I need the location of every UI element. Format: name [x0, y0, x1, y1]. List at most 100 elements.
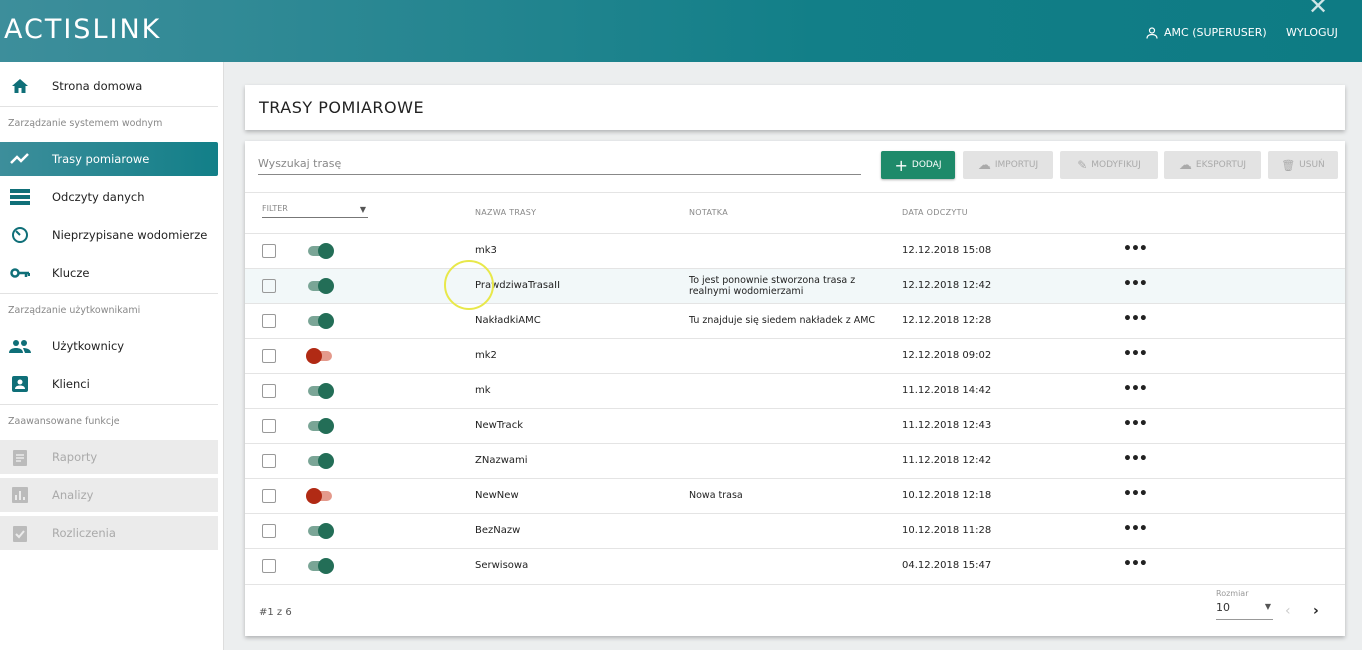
active-toggle[interactable] [308, 243, 334, 259]
logout-button[interactable]: WYLOGUJ [1286, 26, 1338, 39]
route-name: Serwisowa [475, 560, 529, 571]
row-checkbox[interactable] [262, 314, 276, 328]
plus-icon: + [894, 155, 908, 175]
row-checkbox[interactable] [262, 244, 276, 258]
table-row[interactable]: ZNazwami 11.12.2018 12:42 ••• [245, 443, 1345, 478]
pencil-icon: ✎ [1077, 158, 1088, 172]
table-row[interactable]: mk 11.12.2018 14:42 ••• [245, 373, 1345, 408]
active-toggle[interactable] [306, 348, 332, 364]
table-row[interactable]: NakładkiAMC Tu znajduje się siedem nakła… [245, 303, 1345, 338]
active-toggle[interactable] [308, 453, 334, 469]
sidebar-item-trasy[interactable]: Trasy pomiarowe [0, 142, 218, 176]
route-date: 12.12.2018 09:02 [902, 350, 992, 361]
sidebar-item-odczyty[interactable]: Odczyty danych [0, 180, 218, 214]
sidebar: Strona domowa Zarządzanie systemem wodny… [0, 62, 224, 650]
column-header-name[interactable]: NAZWA TRASY [475, 208, 536, 217]
toggle-knob [318, 453, 334, 469]
more-options-icon[interactable]: ••• [1123, 556, 1148, 572]
sidebar-item-raporty[interactable]: Raporty [0, 440, 218, 474]
timer-icon [0, 226, 52, 244]
table-row[interactable]: BezNazw 10.12.2018 11:28 ••• [245, 513, 1345, 548]
table-row[interactable]: mk3 12.12.2018 15:08 ••• [245, 233, 1345, 268]
table-row[interactable]: NewNew Nowa trasa 10.12.2018 12:18 ••• [245, 478, 1345, 513]
prev-page-button[interactable]: ‹ [1285, 603, 1291, 619]
sidebar-item-label: Rozliczenia [52, 526, 116, 540]
table-row[interactable]: Serwisowa 04.12.2018 15:47 ••• [245, 548, 1345, 583]
button-label: DODAJ [911, 160, 942, 170]
route-name: BezNazw [475, 525, 521, 536]
toggle-knob [318, 523, 334, 539]
route-name: PrawdziwaTrasaII [475, 280, 561, 291]
sidebar-item-label: Klucze [52, 266, 90, 280]
page-title: TRASY POMIAROWE [245, 85, 1345, 130]
more-options-icon[interactable]: ••• [1123, 241, 1148, 257]
sidebar-item-klucze[interactable]: Klucze [0, 256, 218, 290]
user-menu[interactable]: AMC (SUPERUSER) [1146, 26, 1267, 39]
more-options-icon[interactable]: ••• [1123, 521, 1148, 537]
route-date: 11.12.2018 14:42 [902, 385, 992, 396]
toggle-knob [318, 313, 334, 329]
column-header-date[interactable]: DATA ODCZYTU [902, 208, 968, 217]
filter-select[interactable]: FILTER ▼ [262, 204, 368, 218]
sidebar-item-home[interactable]: Strona domowa [0, 69, 218, 103]
sidebar-item-analizy[interactable]: Analizy [0, 478, 218, 512]
key-icon [0, 268, 52, 278]
table-row[interactable]: NewTrack 11.12.2018 12:43 ••• [245, 408, 1345, 443]
clipboard-icon [0, 448, 52, 466]
route-date: 11.12.2018 12:42 [902, 455, 992, 466]
row-checkbox[interactable] [262, 454, 276, 468]
export-button[interactable]: ☁ EKSPORTUJ [1164, 151, 1261, 179]
close-icon[interactable]: ✕ [1308, 0, 1328, 20]
divider [245, 584, 1345, 585]
contact-icon [0, 375, 52, 393]
route-date: 04.12.2018 15:47 [902, 560, 992, 571]
table-row[interactable]: PrawdziwaTrasaII To jest ponownie stworz… [245, 268, 1345, 303]
import-button[interactable]: ☁ IMPORTUJ [963, 151, 1053, 179]
active-toggle[interactable] [308, 313, 334, 329]
toggle-knob [306, 348, 322, 364]
search-input[interactable]: Wyszukaj trasę [258, 151, 861, 175]
row-checkbox[interactable] [262, 384, 276, 398]
route-note: Tu znajduje się siedem nakładek z AMC [689, 315, 876, 326]
active-toggle[interactable] [308, 278, 334, 294]
more-options-icon[interactable]: ••• [1123, 276, 1148, 292]
table-row[interactable]: mk2 12.12.2018 09:02 ••• [245, 338, 1345, 373]
delete-button[interactable]: 🗑 USUŃ [1268, 151, 1338, 179]
add-button[interactable]: + DODAJ [881, 151, 955, 179]
column-header-note[interactable]: NOTATKA [689, 208, 728, 217]
row-checkbox[interactable] [262, 279, 276, 293]
more-options-icon[interactable]: ••• [1123, 346, 1148, 362]
page-info: #1 z 6 [259, 607, 292, 618]
sidebar-item-rozliczenia[interactable]: Rozliczenia [0, 516, 218, 550]
page-size-select[interactable]: 10 ▼ [1216, 601, 1273, 620]
next-page-button[interactable]: › [1313, 603, 1319, 619]
more-options-icon[interactable]: ••• [1123, 311, 1148, 327]
active-toggle[interactable] [308, 418, 334, 434]
active-toggle[interactable] [308, 383, 334, 399]
more-options-icon[interactable]: ••• [1123, 486, 1148, 502]
sidebar-item-nieprzypisane[interactable]: Nieprzypisane wodomierze [0, 218, 218, 252]
more-options-icon[interactable]: ••• [1123, 451, 1148, 467]
row-checkbox[interactable] [262, 524, 276, 538]
toggle-knob [318, 243, 334, 259]
active-toggle[interactable] [308, 523, 334, 539]
sidebar-item-label: Użytkownicy [52, 339, 125, 353]
more-options-icon[interactable]: ••• [1123, 416, 1148, 432]
row-checkbox[interactable] [262, 349, 276, 363]
row-checkbox[interactable] [262, 559, 276, 573]
divider [0, 293, 218, 294]
active-toggle[interactable] [306, 488, 332, 504]
active-toggle[interactable] [308, 558, 334, 574]
row-checkbox[interactable] [262, 489, 276, 503]
toggle-knob [318, 418, 334, 434]
sidebar-item-uzytkownicy[interactable]: Użytkownicy [0, 329, 218, 363]
row-checkbox[interactable] [262, 419, 276, 433]
people-icon [0, 339, 52, 353]
divider [0, 106, 218, 107]
trash-icon: 🗑 [1281, 158, 1296, 172]
sidebar-item-klienci[interactable]: Klienci [0, 367, 218, 401]
dropdown-arrow-icon: ▼ [359, 205, 366, 214]
modify-button[interactable]: ✎ MODYFIKUJ [1060, 151, 1158, 179]
filter-label: FILTER [262, 204, 288, 213]
more-options-icon[interactable]: ••• [1123, 381, 1148, 397]
